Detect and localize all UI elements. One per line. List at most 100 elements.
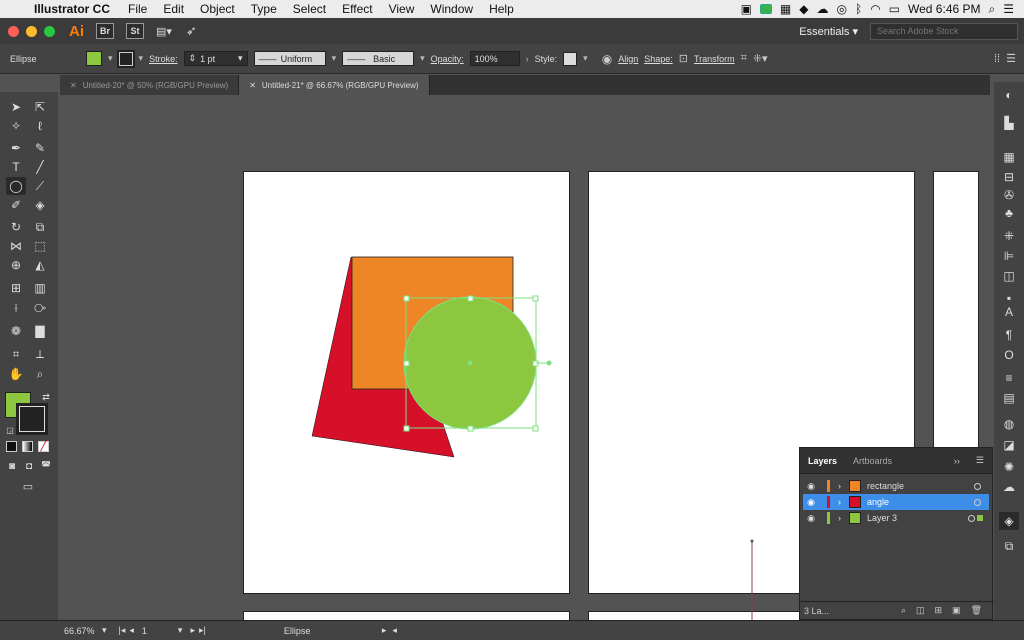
- scale-tool-icon[interactable]: ⧉: [30, 218, 50, 236]
- last-artboard-icon[interactable]: ▸|: [199, 625, 206, 636]
- artboards-panel-icon[interactable]: ⧉: [999, 537, 1019, 555]
- layer-row[interactable]: ◉ › rectangle: [803, 478, 989, 494]
- bounding-box-handle[interactable]: [403, 425, 410, 432]
- appearance-panel-icon[interactable]: ◍: [999, 415, 1019, 433]
- menu-extra-icon[interactable]: ▦: [780, 2, 791, 16]
- close-tab-icon[interactable]: ✕: [70, 81, 77, 90]
- bounding-box-handle[interactable]: [532, 425, 539, 432]
- opacity-field[interactable]: 100%: [469, 51, 520, 66]
- stroke-dropdown-icon[interactable]: ▾: [139, 53, 144, 64]
- tab-untitled-21[interactable]: ✕ Untitled-21* @ 66.67% (RGB/GPU Preview…: [239, 75, 430, 95]
- properties-panel-icon[interactable]: ◐: [999, 86, 1019, 104]
- transform-icon[interactable]: ⌗: [741, 52, 747, 65]
- expand-chevron-icon[interactable]: ›: [838, 513, 841, 523]
- swatches-panel-icon[interactable]: ⊟: [999, 168, 1019, 186]
- artboard-number-field[interactable]: 1: [142, 626, 178, 636]
- stroke-swatch[interactable]: [16, 403, 48, 435]
- expand-chevron-icon[interactable]: ›: [838, 497, 841, 507]
- bounding-box-handle[interactable]: [467, 425, 474, 432]
- style-chevron-icon[interactable]: ▾: [583, 53, 588, 64]
- eyedropper-tool-icon[interactable]: ⟊: [6, 299, 26, 317]
- width-tool-icon[interactable]: ⋈: [6, 237, 26, 255]
- libraries-panel-icon[interactable]: ▙: [999, 114, 1019, 132]
- menu-window[interactable]: Window: [422, 2, 481, 16]
- layer-name[interactable]: rectangle: [867, 481, 904, 491]
- status-back-arrow-icon[interactable]: ◂: [392, 625, 397, 636]
- stroke-color-swatch[interactable]: [116, 49, 135, 68]
- selection-tool-icon[interactable]: ➤: [6, 98, 26, 116]
- previous-artboard-icon[interactable]: ◂: [129, 625, 134, 636]
- symbol-sprayer-tool-icon[interactable]: ❁: [6, 322, 26, 340]
- gradient-mode-icon[interactable]: [22, 441, 33, 452]
- paragraph-panel-icon[interactable]: ¶: [999, 326, 1019, 344]
- stroke-label[interactable]: Stroke:: [149, 54, 178, 64]
- pie-widget-handle[interactable]: [546, 360, 552, 366]
- image-trace-panel-icon[interactable]: ✺: [999, 458, 1019, 476]
- layer-row[interactable]: ◉ › angle: [803, 494, 989, 510]
- notification-center-icon[interactable]: ☰: [1003, 2, 1014, 16]
- app-menu[interactable]: Illustrator CC: [28, 2, 120, 16]
- shaper-tool-icon[interactable]: ✐: [6, 196, 26, 214]
- column-graph-tool-icon[interactable]: ▇: [30, 322, 50, 340]
- spotlight-icon[interactable]: ⌕: [989, 2, 996, 17]
- symbols-panel-icon[interactable]: ♣: [999, 204, 1019, 222]
- layers-panel-icon[interactable]: ◈: [999, 512, 1019, 530]
- bounding-box-handle[interactable]: [403, 295, 410, 302]
- perspective-grid-tool-icon[interactable]: ◭: [30, 256, 50, 274]
- locate-object-icon[interactable]: ⌕: [901, 605, 906, 616]
- menu-object[interactable]: Object: [192, 2, 243, 16]
- shape-icon[interactable]: ⊡: [679, 52, 688, 65]
- layer-name[interactable]: Layer 3: [867, 513, 897, 523]
- direct-selection-tool-icon[interactable]: ⇱: [30, 98, 50, 116]
- adobe-stock-search-input[interactable]: [870, 22, 1018, 40]
- graphic-styles-panel-icon[interactable]: ◪: [999, 436, 1019, 454]
- swap-fill-stroke-icon[interactable]: ⇄: [36, 388, 56, 406]
- minimize-window-button[interactable]: [26, 25, 37, 37]
- create-sublayer-icon[interactable]: ⊞: [935, 605, 943, 616]
- visibility-eye-icon[interactable]: ◉: [803, 513, 819, 524]
- free-transform-tool-icon[interactable]: ⬚: [30, 237, 50, 255]
- cc-libraries-icon[interactable]: ☁: [999, 478, 1019, 496]
- visibility-eye-icon[interactable]: ◉: [803, 481, 819, 492]
- layer-target-icon[interactable]: [968, 514, 975, 522]
- menu-file[interactable]: File: [120, 2, 155, 16]
- lasso-tool-icon[interactable]: ℓ: [30, 117, 50, 135]
- magic-wand-tool-icon[interactable]: ✧: [6, 117, 26, 135]
- brush-definition-dropdown[interactable]: —— Basic: [342, 51, 415, 66]
- draw-inside-icon[interactable]: ◚: [36, 458, 56, 476]
- recolor-artwork-icon[interactable]: ◉: [602, 52, 612, 66]
- menu-view[interactable]: View: [381, 2, 423, 16]
- zoom-window-button[interactable]: [44, 25, 55, 37]
- status-menu-arrow-icon[interactable]: ▸: [382, 625, 387, 636]
- artboard-dropdown-icon[interactable]: ▾: [178, 625, 183, 636]
- sync-icon[interactable]: ◎: [837, 2, 847, 16]
- menu-select[interactable]: Select: [285, 2, 334, 16]
- artboard-tool-icon[interactable]: ⌗: [6, 345, 26, 363]
- stock-button[interactable]: St: [126, 23, 144, 39]
- green-status-icon[interactable]: [759, 4, 772, 14]
- camera-icon[interactable]: ▣: [741, 2, 752, 16]
- graphic-style-swatch[interactable]: [563, 51, 578, 66]
- slice-tool-icon[interactable]: ⟂: [30, 345, 50, 363]
- color-mode-icon[interactable]: [6, 441, 17, 452]
- menu-edit[interactable]: Edit: [155, 2, 192, 16]
- zoom-dropdown-icon[interactable]: ▾: [102, 625, 107, 636]
- gpu-performance-icon[interactable]: ➶: [186, 23, 197, 39]
- tab-artboards[interactable]: Artboards: [845, 456, 900, 466]
- character-panel-icon[interactable]: A: [999, 303, 1019, 321]
- menu-type[interactable]: Type: [243, 2, 285, 16]
- color-panel-icon[interactable]: ▦: [999, 148, 1019, 166]
- bounding-box-handle[interactable]: [467, 295, 474, 302]
- first-artboard-icon[interactable]: |◂: [119, 625, 126, 636]
- bounding-box-handle[interactable]: [403, 360, 410, 367]
- arrange-panels-icon[interactable]: ⁞⁞: [994, 53, 1000, 65]
- eraser-tool-icon[interactable]: ◈: [30, 196, 50, 214]
- visibility-eye-icon[interactable]: ◉: [803, 497, 819, 508]
- bounding-box-handle[interactable]: [532, 295, 539, 302]
- delete-layer-icon[interactable]: 🗑: [971, 605, 982, 616]
- tab-untitled-20[interactable]: ✕ Untitled-20* @ 50% (RGB/GPU Preview): [60, 75, 240, 95]
- ellipse-tool-icon[interactable]: ◯: [6, 177, 26, 195]
- gradient-tool-icon[interactable]: ▥: [30, 279, 50, 297]
- menu-help[interactable]: Help: [481, 2, 522, 16]
- expand-chevron-icon[interactable]: ›: [838, 481, 841, 491]
